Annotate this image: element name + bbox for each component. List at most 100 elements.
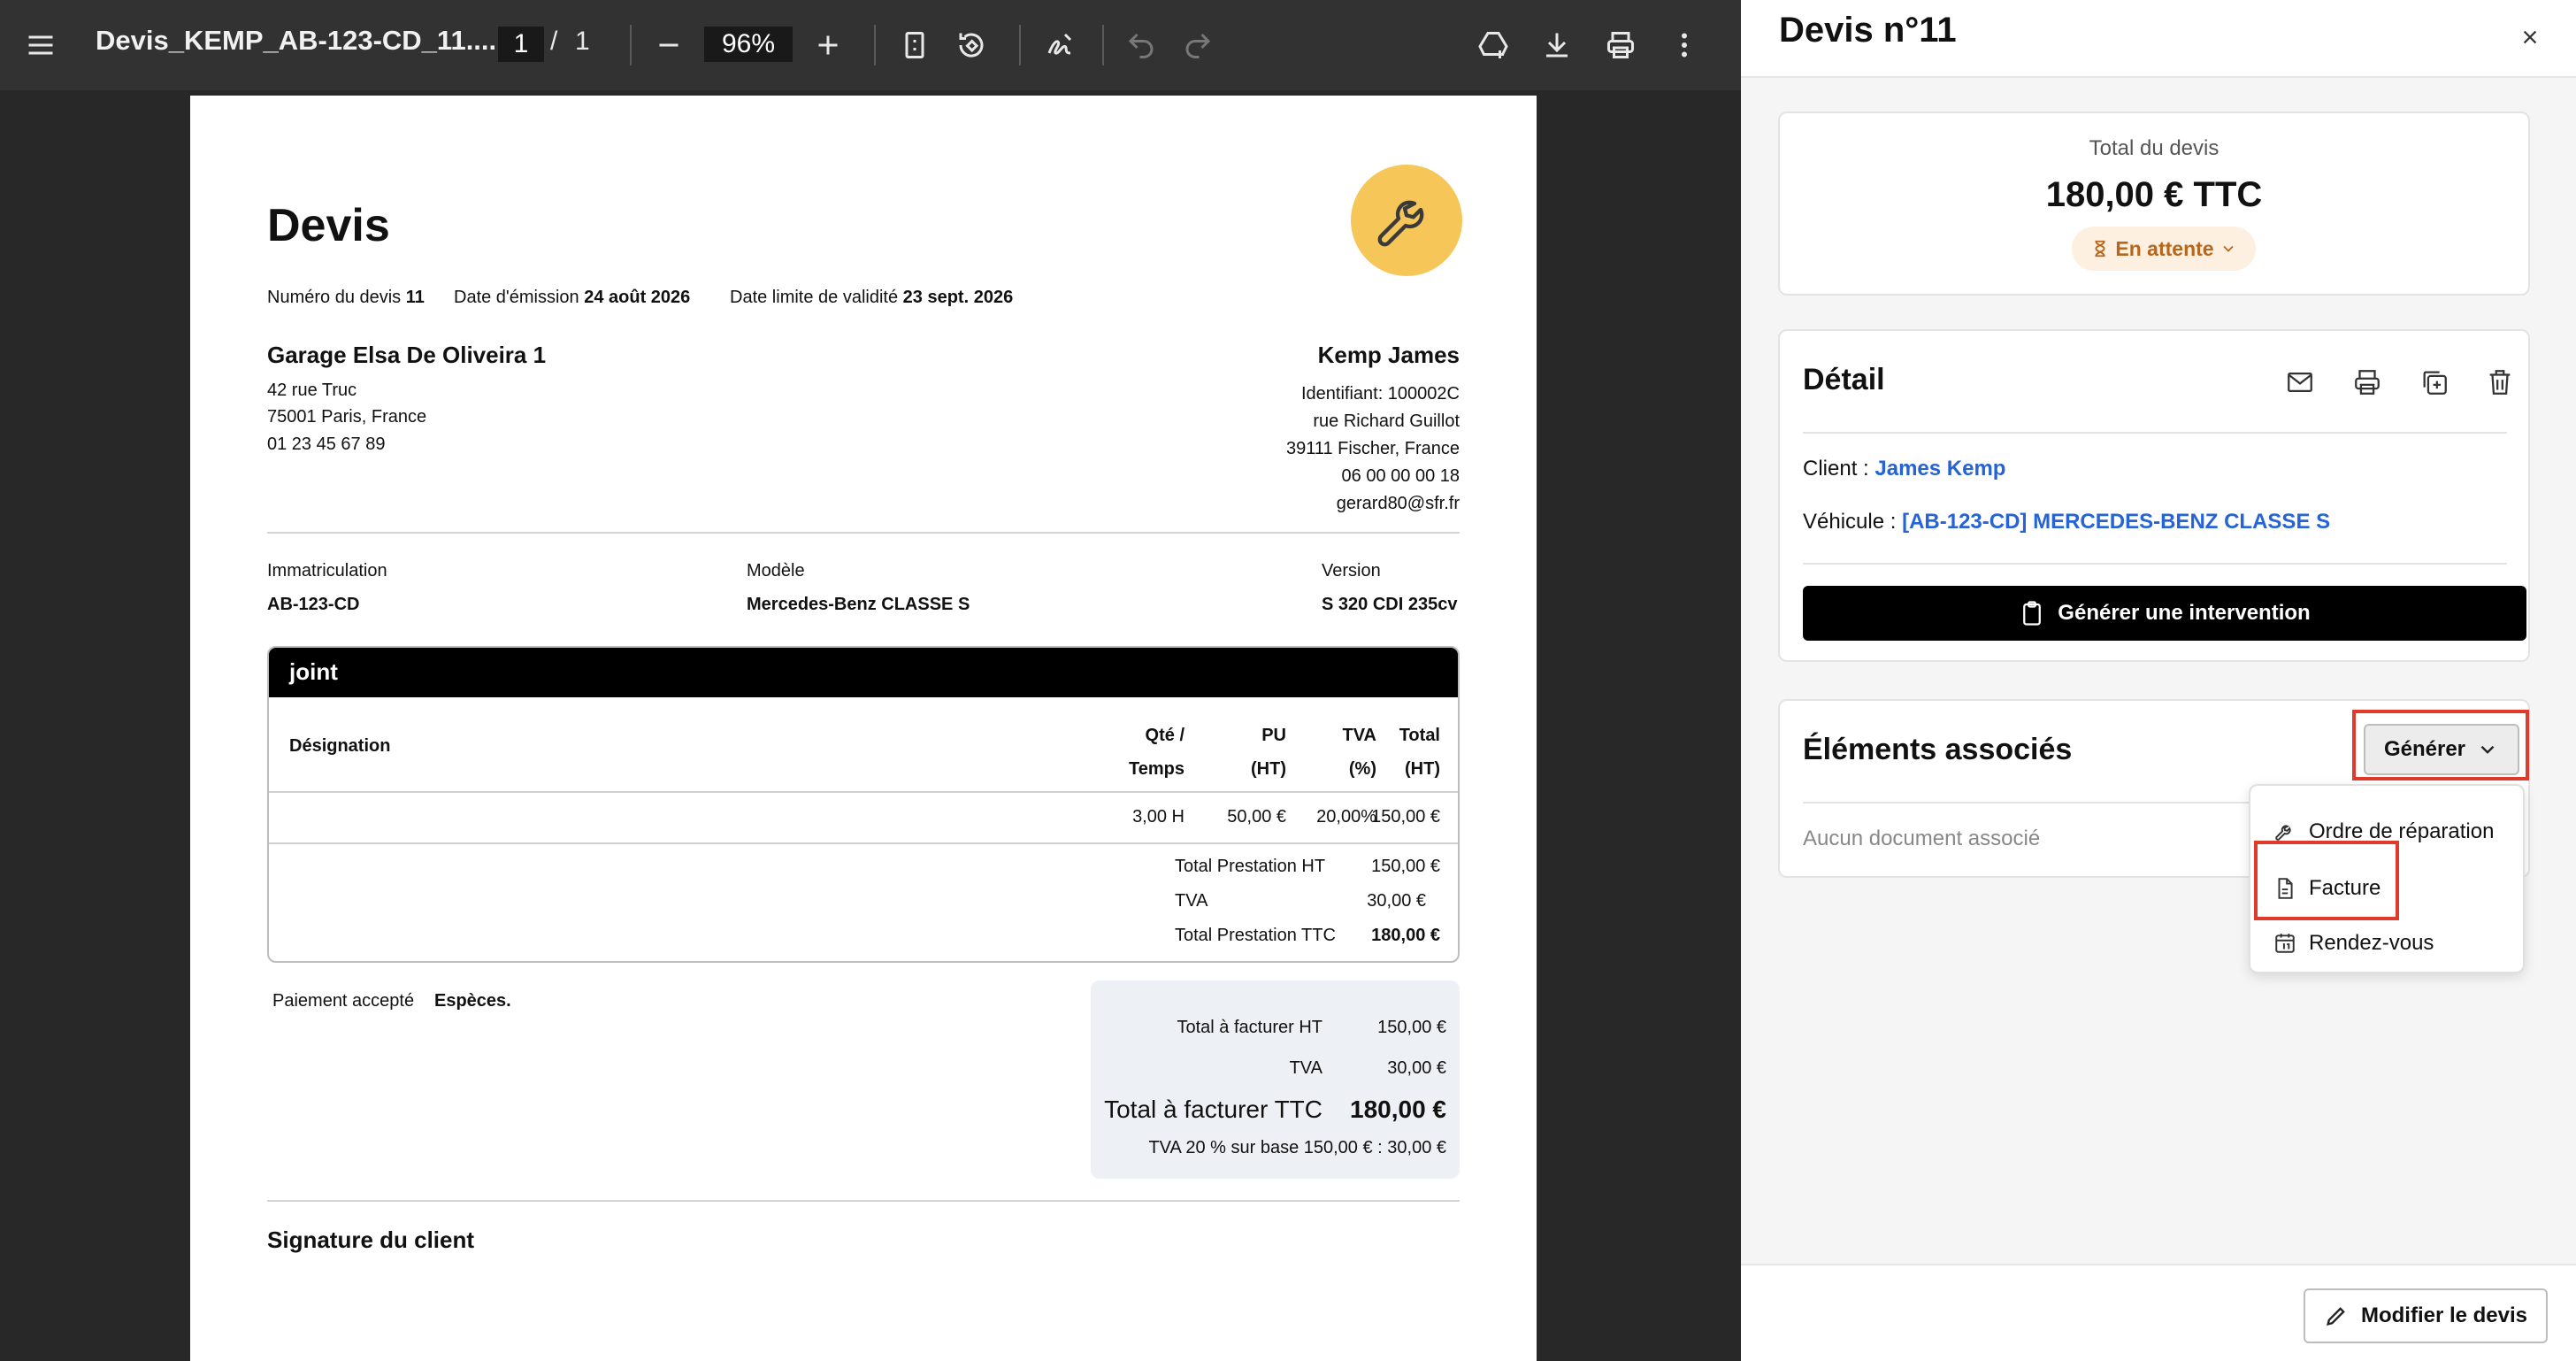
clipboard-icon xyxy=(2023,601,2042,626)
menu-icon[interactable] xyxy=(14,19,67,72)
total-tva-label: TVA xyxy=(1289,1058,1322,1078)
zoom-level[interactable]: 96% xyxy=(704,27,793,62)
document-title: Devis xyxy=(267,200,390,251)
panel-title: Devis n°11 xyxy=(1779,11,1957,50)
total-ttc-label: Total à facturer TTC xyxy=(1104,1096,1322,1123)
hourglass-icon xyxy=(2095,240,2105,258)
toolbar-divider xyxy=(874,25,876,65)
signature-label: Signature du client xyxy=(267,1226,475,1253)
associated-title: Éléments associés xyxy=(1803,733,2073,766)
redo-icon[interactable] xyxy=(1171,19,1224,72)
client-row: Client : James Kemp xyxy=(1803,457,2006,481)
zoom-in-icon[interactable] xyxy=(801,19,855,72)
subtotal-label: Total Prestation TTC xyxy=(1175,926,1336,945)
total-ttc-value: 180,00 € xyxy=(1350,1096,1446,1123)
total-tva-value: 30,00 € xyxy=(1387,1058,1446,1078)
issue-date: Date d'émission 24 août 2026 xyxy=(454,288,691,307)
summary-card: Total du devis 180,00 € TTC En attente xyxy=(1778,111,2530,296)
vat-note: TVA 20 % sur base 150,00 € : 30,00 € xyxy=(1148,1138,1446,1157)
col-total: Total (HT) xyxy=(1399,726,1440,779)
section-table: joint Désignation Qté / Temps PU (HT) TVA(… xyxy=(267,646,1460,963)
toolbar-divider xyxy=(630,25,632,65)
client-city: 39111 Fischer, France xyxy=(1285,439,1460,458)
vehicle-row: Véhicule : [AB-123-CD] MERCEDES-BENZ CLA… xyxy=(1803,510,2331,534)
plate-label: Immatriculation xyxy=(267,561,387,581)
highlight-box xyxy=(2254,841,2399,920)
status-badge[interactable]: En attente xyxy=(2072,227,2256,271)
generate-intervention-button[interactable]: Générer une intervention xyxy=(1803,586,2526,641)
page-number-input[interactable]: 1 xyxy=(498,27,544,62)
payment-label: Paiement accepté xyxy=(272,991,415,1011)
status-text: En attente xyxy=(2115,236,2214,260)
quote-number: Numéro du devis 11 xyxy=(267,288,425,307)
client-name: Kemp James xyxy=(1317,342,1460,368)
section-title: joint xyxy=(289,658,338,685)
print-icon[interactable] xyxy=(2346,361,2388,404)
detail-title: Détail xyxy=(1803,363,1885,396)
pdf-viewer: Devis_KEMP_AB-123-CD_11.... 1 / 1 96% De… xyxy=(0,0,1741,1361)
total-amount: 180,00 € TTC xyxy=(2045,175,2263,214)
toolbar-divider xyxy=(1019,25,1021,65)
duplicate-icon[interactable] xyxy=(2413,361,2456,404)
client-email: gerard80@sfr.fr xyxy=(1336,494,1460,513)
edit-quote-button[interactable]: Modifier le devis xyxy=(2304,1288,2548,1343)
trash-icon[interactable] xyxy=(2479,361,2521,404)
row-total: 150,00 € xyxy=(1371,807,1440,827)
client-phone: 06 00 00 00 18 xyxy=(1341,466,1460,486)
client-link[interactable]: James Kemp xyxy=(1874,457,2005,481)
version-label: Version xyxy=(1322,561,1381,581)
close-icon[interactable] xyxy=(2511,18,2549,57)
plate-value: AB-123-CD xyxy=(267,595,360,614)
row-qty: 3,00 H xyxy=(1132,807,1184,827)
subtotal-value: 180,00 € xyxy=(1371,926,1440,945)
subtotal-value: 150,00 € xyxy=(1371,857,1440,876)
calendar-icon xyxy=(2275,934,2295,953)
toolbar-divider xyxy=(1102,25,1104,65)
fit-page-icon[interactable] xyxy=(888,19,941,72)
rotate-icon[interactable] xyxy=(945,19,998,72)
document-page: Devis Numéro du devis 11 Date d'émission… xyxy=(190,96,1537,1361)
col-pu: PU (HT) xyxy=(1251,726,1286,779)
col-qty: Qté / Temps xyxy=(1129,726,1184,779)
garage-phone: 01 23 45 67 89 xyxy=(267,434,386,454)
garage-logo xyxy=(1351,165,1462,276)
pencil-icon xyxy=(2327,1307,2345,1326)
drive-add-icon[interactable] xyxy=(1467,19,1520,72)
client-street: rue Richard Guillot xyxy=(1313,411,1460,431)
pdf-toolbar: Devis_KEMP_AB-123-CD_11.... 1 / 1 96% xyxy=(0,0,1741,90)
undo-icon[interactable] xyxy=(1115,19,1168,72)
total-pages: 1 xyxy=(575,27,590,56)
print-icon[interactable] xyxy=(1594,19,1647,72)
model-value: Mercedes-Benz CLASSE S xyxy=(747,595,970,614)
vehicle-link[interactable]: [AB-123-CD] MERCEDES-BENZ CLASSE S xyxy=(1902,510,2330,534)
total-label: Total du devis xyxy=(2089,136,2220,160)
zoom-out-icon[interactable] xyxy=(642,19,695,72)
generate-dropdown-button[interactable]: Générer xyxy=(2364,724,2519,775)
divider xyxy=(1803,563,2507,565)
wrench-icon xyxy=(1377,200,1424,247)
payment-value: Espèces. xyxy=(434,991,511,1011)
menu-item-appointment[interactable]: Rendez-vous xyxy=(2250,917,2525,970)
draw-icon[interactable] xyxy=(1033,19,1086,72)
total-ht-value: 150,00 € xyxy=(1377,1018,1446,1037)
download-icon[interactable] xyxy=(1530,19,1583,72)
email-icon[interactable] xyxy=(2279,361,2321,404)
detail-card: Détail Client : James Kemp Véhicule : [A… xyxy=(1778,329,2530,662)
row-pu: 50,00 € xyxy=(1227,807,1286,827)
more-options-icon[interactable] xyxy=(1658,19,1711,72)
section-header xyxy=(269,648,1458,697)
client-id: Identifiant: 100002C xyxy=(1300,384,1460,404)
divider xyxy=(267,532,1460,534)
divider xyxy=(267,1200,1460,1202)
table-row: 3,00 H 50,00 € 20,00% 150,00 € xyxy=(269,791,1458,842)
file-name: Devis_KEMP_AB-123-CD_11.... xyxy=(96,25,497,56)
garage-name: Garage Elsa De Oliveira 1 xyxy=(267,342,547,368)
validity-date: Date limite de validité 23 sept. 2026 xyxy=(730,288,1014,307)
col-designation: Désignation xyxy=(289,736,391,756)
quote-side-panel: Devis n°11 Total du devis 180,00 € TTC E… xyxy=(1741,0,2576,1361)
garage-city: 75001 Paris, France xyxy=(267,407,427,427)
model-label: Modèle xyxy=(747,561,805,581)
subtotal-label: TVA xyxy=(1175,891,1208,911)
empty-state-text: Aucun document associé xyxy=(1803,827,2041,850)
divider xyxy=(269,842,1458,844)
